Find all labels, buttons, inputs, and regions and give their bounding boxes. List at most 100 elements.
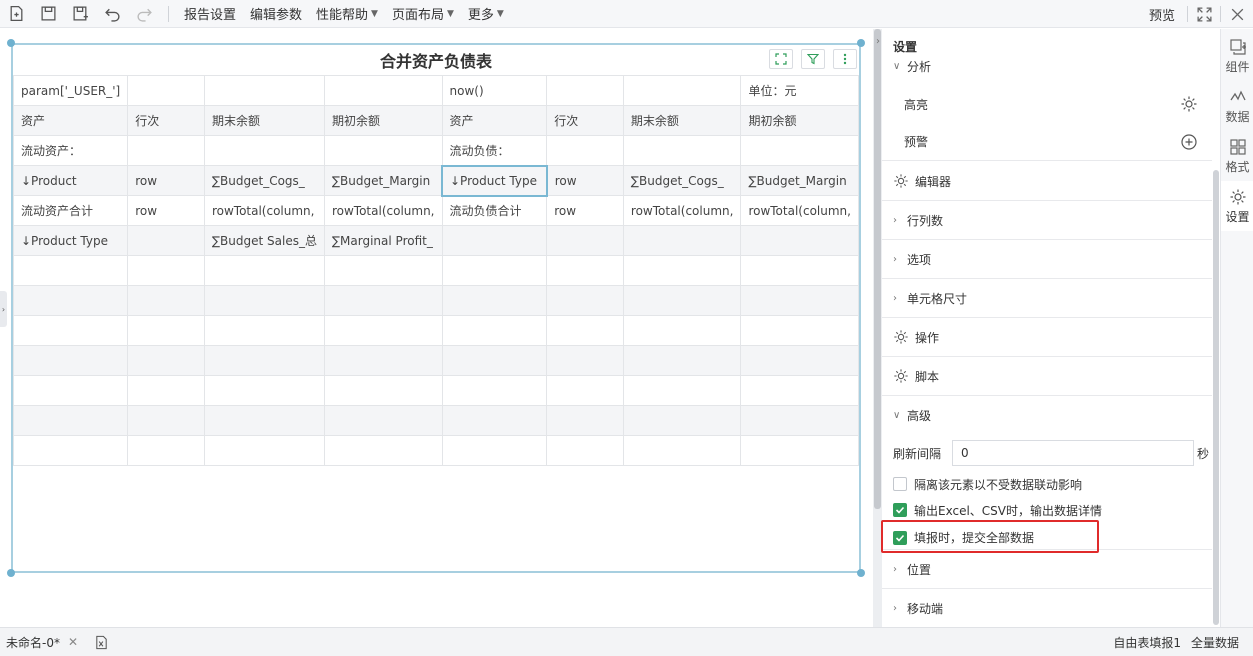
close-icon[interactable] (1221, 0, 1253, 28)
table-cell[interactable]: 期末余额 (203, 105, 325, 136)
doc-tab[interactable]: 未命名-0* ✕ (0, 628, 84, 656)
table-cell[interactable] (323, 405, 443, 436)
table-cell[interactable] (740, 135, 859, 166)
table-cell[interactable] (740, 345, 859, 376)
table-cell[interactable] (127, 225, 205, 256)
section-advanced[interactable]: ∨ 高级 (882, 396, 1212, 435)
collapse-panel-icon[interactable]: › (876, 36, 880, 47)
table-cell[interactable] (622, 75, 742, 106)
table-cell[interactable] (740, 225, 859, 256)
table-cell[interactable] (740, 375, 859, 406)
freehand-table-element[interactable]: 合并资产负债表 param['_USER_'] now() 单位：元 资产 行次 期末余额… (7, 39, 865, 577)
table-cell[interactable] (203, 285, 325, 316)
table-cell[interactable] (12, 315, 129, 346)
table-cell[interactable] (622, 285, 742, 316)
table-cell[interactable]: row (546, 195, 624, 226)
table-cell[interactable] (127, 375, 205, 406)
plus-circle-icon[interactable] (1180, 133, 1198, 154)
tab-format[interactable]: 格式 (1221, 131, 1253, 181)
table-cell[interactable] (441, 405, 548, 436)
new-doc-icon[interactable] (0, 0, 32, 28)
table-cell[interactable] (740, 435, 859, 466)
isolate-checkbox[interactable] (893, 477, 907, 491)
export-checkbox[interactable] (893, 503, 907, 517)
table-cell[interactable] (203, 255, 325, 286)
table-cell[interactable] (740, 405, 859, 436)
table-cell[interactable]: 流动负债合计 (441, 195, 548, 226)
table-cell[interactable] (441, 285, 548, 316)
table-cell[interactable]: ↓Product (12, 165, 129, 196)
table-cell[interactable] (323, 255, 443, 286)
table-cell[interactable]: now() (441, 75, 548, 106)
table-cell[interactable]: 期初余额 (323, 105, 443, 136)
section-options[interactable]: › 选项 (882, 240, 1212, 279)
tab-settings[interactable]: 设置 (1221, 181, 1253, 231)
table-cell[interactable]: rowTotal(column, (740, 195, 859, 226)
table-cell[interactable] (12, 255, 129, 286)
undo-icon[interactable] (96, 0, 128, 28)
table-cell[interactable] (323, 375, 443, 406)
table-cell[interactable]: rowTotal(column, (203, 195, 325, 226)
table-cell[interactable] (546, 135, 624, 166)
table-cell[interactable] (622, 435, 742, 466)
menu-performance-help[interactable]: 性能帮助 ▼ (309, 0, 385, 28)
table-cell[interactable]: ∑Budget_Margin (323, 165, 443, 196)
table-cell[interactable]: ∑Budget Sales_总 (203, 225, 325, 256)
table-cell[interactable]: 单位：元 (740, 75, 859, 106)
table-cell[interactable] (127, 405, 205, 436)
table-cell[interactable] (740, 255, 859, 286)
table-cell[interactable] (441, 435, 548, 466)
table-cell[interactable] (203, 135, 325, 166)
table-cell[interactable]: param['_USER_'] (12, 75, 129, 106)
table-cell[interactable] (622, 315, 742, 346)
table-cell[interactable] (203, 405, 325, 436)
table-cell[interactable]: ∑Budget_Cogs_ (622, 165, 742, 196)
table-cell[interactable] (441, 225, 548, 256)
table-cell[interactable] (546, 75, 624, 106)
table-cell[interactable] (441, 345, 548, 376)
resize-handle[interactable] (7, 569, 15, 577)
table-cell[interactable]: 行次 (546, 105, 624, 136)
section-operation[interactable]: 操作 (882, 318, 1212, 357)
section-cell-size[interactable]: › 单元格尺寸 (882, 279, 1212, 318)
table-cell[interactable] (127, 75, 205, 106)
table-cell[interactable] (203, 375, 325, 406)
table-cell[interactable] (546, 435, 624, 466)
table-cell[interactable] (203, 75, 325, 106)
section-row-col[interactable]: › 行列数 (882, 201, 1212, 240)
table-cell[interactable]: 流动资产： (12, 135, 129, 166)
report-grid[interactable]: param['_USER_'] now() 单位：元 资产 行次 期末余额 期初余额 资产 行次… (12, 75, 859, 466)
table-cell[interactable] (12, 345, 129, 376)
expand-button[interactable] (769, 49, 793, 69)
section-mobile[interactable]: › 移动端 (882, 589, 1212, 627)
table-cell[interactable] (441, 375, 548, 406)
table-cell[interactable] (441, 315, 548, 346)
table-cell[interactable] (323, 315, 443, 346)
menu-more[interactable]: 更多 ▼ (461, 0, 511, 28)
table-cell[interactable] (622, 405, 742, 436)
table-cell[interactable]: ↓Product Type (441, 164, 548, 197)
tab-data[interactable]: 数据 (1221, 81, 1253, 131)
table-cell[interactable] (546, 315, 624, 346)
table-cell[interactable] (546, 375, 624, 406)
export-details-option[interactable]: 输出Excel、CSV时，输出数据详情 (893, 500, 1211, 520)
table-cell[interactable] (546, 285, 624, 316)
menu-page-layout[interactable]: 页面布局 ▼ (385, 0, 461, 28)
table-cell[interactable] (546, 255, 624, 286)
preview-button[interactable]: 预览 (1137, 5, 1187, 24)
close-icon[interactable]: ✕ (68, 635, 78, 649)
table-cell[interactable]: ∑Marginal Profit_ (323, 225, 443, 256)
table-cell[interactable]: row (546, 165, 624, 196)
table-cell[interactable] (622, 375, 742, 406)
table-cell[interactable]: 行次 (127, 105, 205, 136)
table-cell[interactable] (127, 135, 205, 166)
table-cell[interactable] (12, 285, 129, 316)
section-script[interactable]: 脚本 (882, 357, 1212, 396)
table-cell[interactable] (12, 435, 129, 466)
table-cell[interactable] (323, 435, 443, 466)
table-cell[interactable] (323, 135, 443, 166)
isolate-element-option[interactable]: 隔离该元素以不受数据联动影响 (893, 474, 1211, 494)
table-cell[interactable] (127, 345, 205, 376)
table-cell[interactable] (622, 135, 742, 166)
table-cell[interactable]: 流动负债： (441, 135, 548, 166)
